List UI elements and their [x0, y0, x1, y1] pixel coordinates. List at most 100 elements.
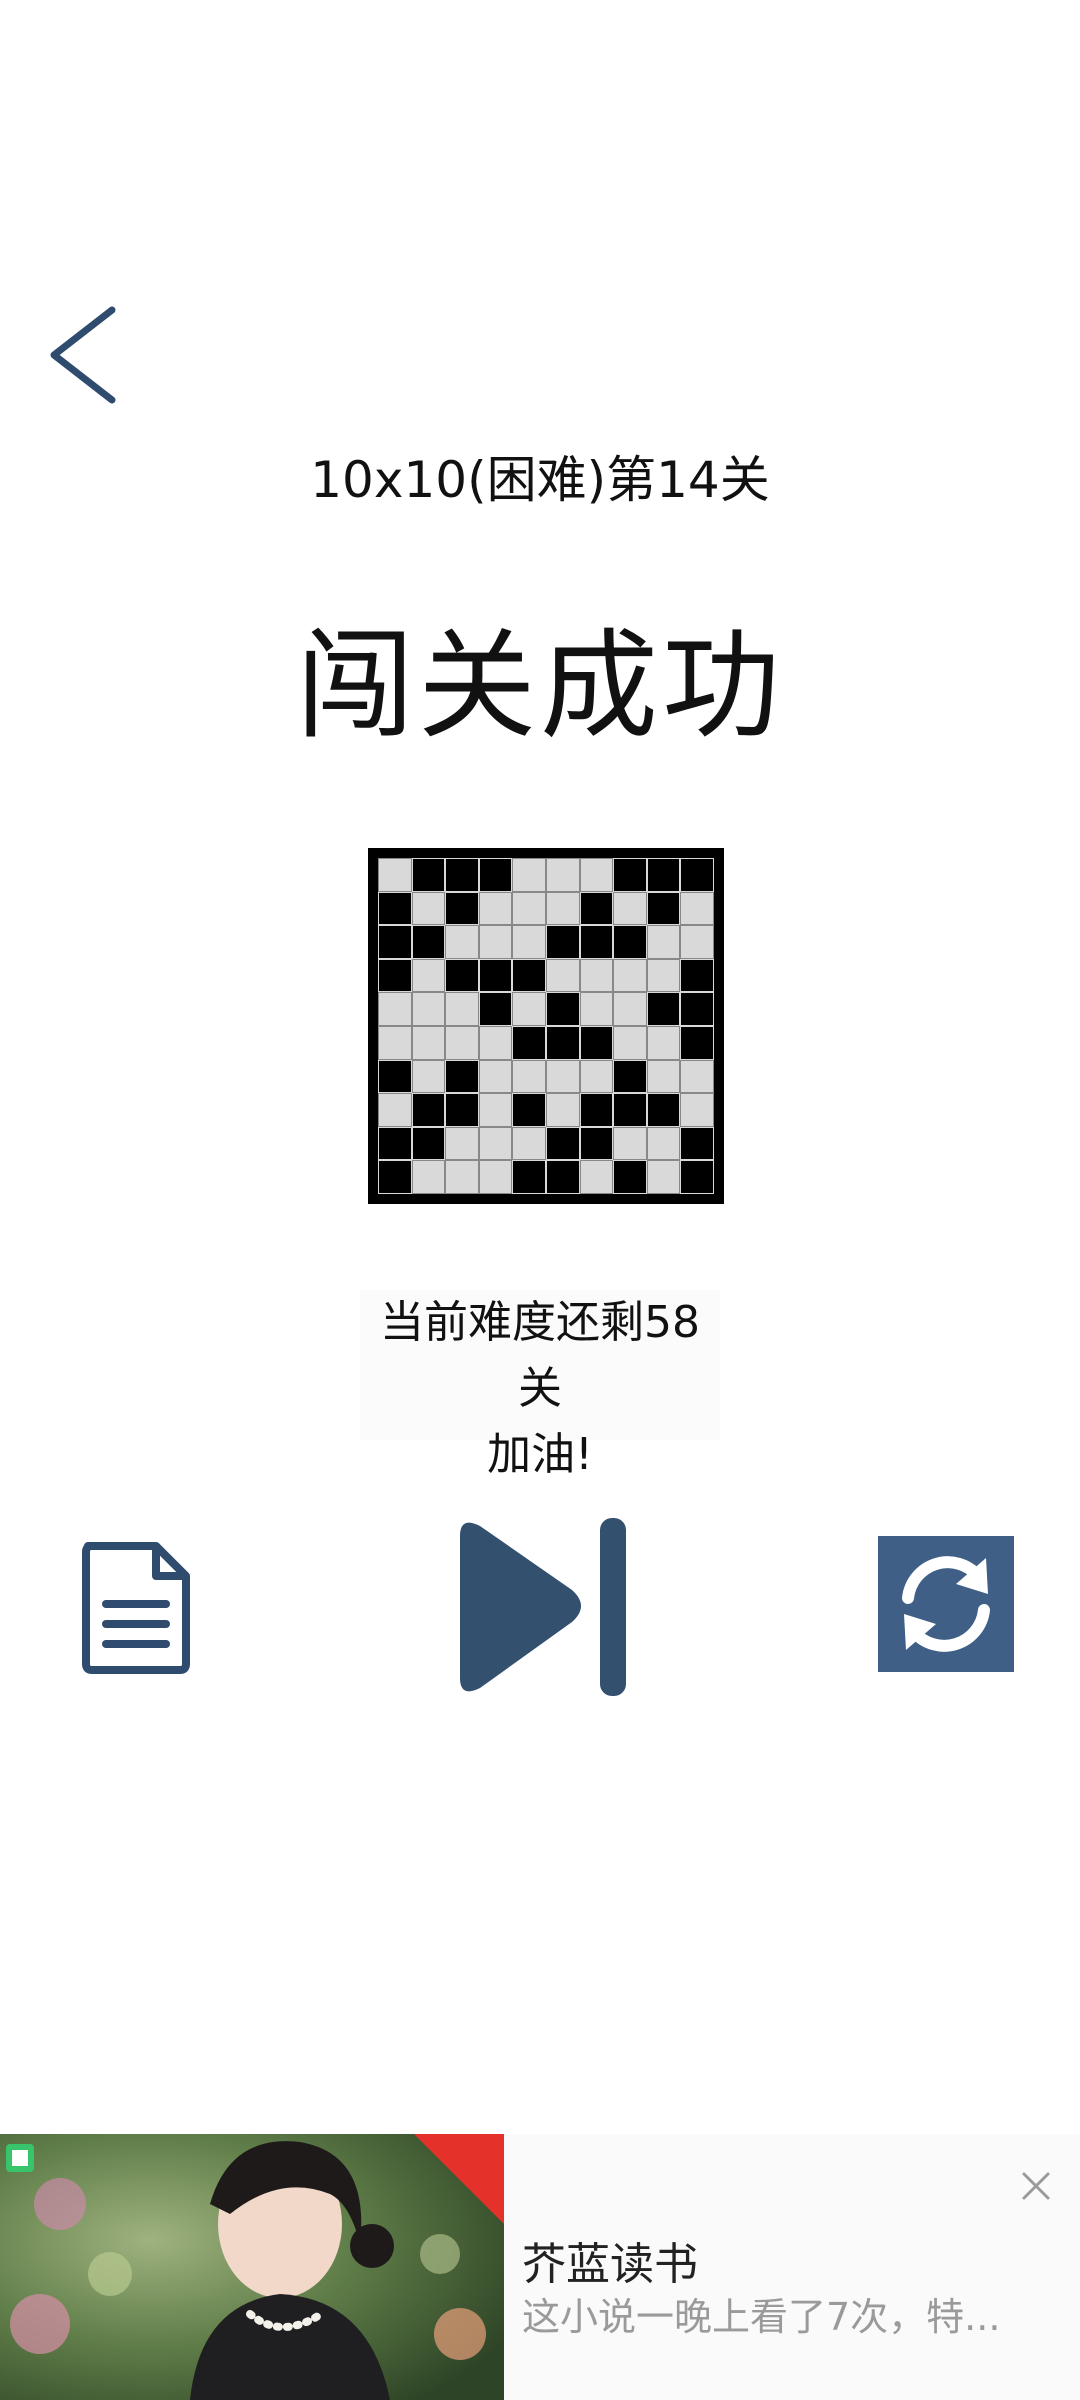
grid-cell-1-7	[613, 891, 647, 926]
grid-cell-7-6	[579, 1093, 614, 1127]
grid-cell-9-8	[646, 1160, 681, 1194]
next-level-button[interactable]	[448, 1512, 634, 1702]
grid-cell-7-2	[445, 1093, 479, 1127]
restart-button[interactable]	[878, 1536, 1014, 1672]
grid-cell-6-1	[411, 1059, 446, 1094]
grid-cell-8-3	[478, 1126, 513, 1161]
grid-cell-9-0	[378, 1160, 412, 1194]
grid-cell-0-6	[579, 858, 614, 892]
grid-cell-7-8	[646, 1093, 681, 1127]
grid-cell-7-5	[545, 1093, 580, 1127]
grid-cell-5-6	[579, 1025, 614, 1060]
grid-cell-3-4	[512, 958, 546, 993]
grid-cell-1-1	[411, 891, 446, 926]
grid-cell-8-8	[646, 1126, 681, 1161]
grid-cell-1-6	[579, 891, 614, 926]
grid-cell-5-5	[545, 1025, 580, 1060]
grid-cell-9-7	[613, 1160, 647, 1194]
grid-cell-0-1	[411, 858, 446, 892]
grid-cell-2-2	[445, 925, 479, 959]
grid-cell-0-3	[478, 858, 513, 892]
grid-cell-3-1	[411, 958, 446, 993]
grid-cell-3-3	[478, 958, 513, 993]
grid-cell-4-9	[680, 992, 714, 1026]
grid-cell-6-3	[478, 1059, 513, 1094]
back-button[interactable]	[40, 300, 130, 410]
skip-next-icon	[460, 1518, 626, 1696]
grid-cell-1-2	[445, 891, 479, 926]
grid-cell-1-5	[545, 891, 580, 926]
grid-cell-7-4	[512, 1093, 546, 1127]
level-title: 10x10(困难)第14关	[310, 451, 770, 509]
refresh-icon	[902, 1556, 990, 1652]
grid-cell-1-3	[478, 891, 513, 926]
document-icon	[82, 1542, 190, 1674]
grid-cell-6-4	[512, 1059, 546, 1094]
grid-cell-9-9	[680, 1160, 714, 1194]
grid-cell-0-9	[680, 858, 714, 892]
grid-cell-9-4	[512, 1160, 546, 1194]
grid-cell-2-9	[680, 925, 714, 959]
remaining-info: 当前难度还剩58关 加油!	[360, 1290, 720, 1480]
grid-cell-1-9	[680, 891, 714, 926]
grid-cell-0-4	[512, 858, 546, 892]
grid-cell-6-7	[613, 1059, 647, 1094]
success-title: 闯关成功	[295, 617, 784, 755]
grid-cell-3-8	[646, 958, 681, 993]
ad-image[interactable]	[0, 2134, 504, 2400]
grid-cell-4-2	[445, 992, 479, 1026]
grid-cell-3-9	[680, 958, 714, 993]
close-icon	[1022, 2172, 1050, 2200]
grid-cell-5-3	[478, 1025, 513, 1060]
grid-cell-4-0	[378, 992, 412, 1026]
grid-cell-8-7	[613, 1126, 647, 1161]
grid-cell-8-9	[680, 1126, 714, 1161]
grid-cell-8-1	[411, 1126, 446, 1161]
grid-cell-0-8	[646, 858, 681, 892]
grid-cell-0-7	[613, 858, 647, 892]
grid-cell-1-8	[646, 891, 681, 926]
grid-cell-9-3	[478, 1160, 513, 1194]
encourage-text: 加油!	[487, 1429, 593, 1480]
grid-cell-9-1	[411, 1160, 446, 1194]
grid-cell-6-5	[545, 1059, 580, 1094]
grid-cell-3-6	[579, 958, 614, 993]
rules-button[interactable]	[76, 1536, 196, 1676]
grid-cell-5-2	[445, 1025, 479, 1060]
ad-title: 芥蓝读书	[522, 2239, 698, 2290]
grid-cell-4-7	[613, 992, 647, 1026]
grid-cell-3-2	[445, 958, 479, 993]
ad-banner[interactable]: 芥蓝读书 这小说一晚上看了7次，特...	[0, 2134, 1080, 2400]
grid-cell-9-2	[445, 1160, 479, 1194]
grid-cell-2-3	[478, 925, 513, 959]
grid-cell-6-9	[680, 1059, 714, 1094]
grid-cell-6-0	[378, 1059, 412, 1094]
grid-cell-7-1	[411, 1093, 446, 1127]
grid-cell-6-2	[445, 1059, 479, 1094]
puzzle-grid-cells	[378, 858, 714, 1194]
grid-cell-0-2	[445, 858, 479, 892]
grid-cell-5-0	[378, 1025, 412, 1060]
ad-description: 这小说一晚上看了7次，特...	[522, 2295, 1001, 2339]
grid-cell-3-5	[545, 958, 580, 993]
grid-cell-9-6	[579, 1160, 614, 1194]
grid-cell-8-2	[445, 1126, 479, 1161]
grid-cell-6-8	[646, 1059, 681, 1094]
grid-cell-5-8	[646, 1025, 681, 1060]
grid-cell-1-4	[512, 891, 546, 926]
grid-cell-2-1	[411, 925, 446, 959]
grid-cell-5-1	[411, 1025, 446, 1060]
grid-cell-5-4	[512, 1025, 546, 1060]
grid-cell-3-7	[613, 958, 647, 993]
grid-cell-6-6	[579, 1059, 614, 1094]
grid-cell-2-4	[512, 925, 546, 959]
ad-close-button[interactable]	[1016, 2166, 1056, 2206]
grid-cell-8-5	[545, 1126, 580, 1161]
grid-cell-4-5	[545, 992, 580, 1026]
grid-cell-4-6	[579, 992, 614, 1026]
ad-badge	[414, 2134, 504, 2224]
grid-cell-5-7	[613, 1025, 647, 1060]
grid-cell-8-6	[579, 1126, 614, 1161]
grid-cell-1-0	[378, 891, 412, 926]
grid-cell-3-0	[378, 958, 412, 993]
